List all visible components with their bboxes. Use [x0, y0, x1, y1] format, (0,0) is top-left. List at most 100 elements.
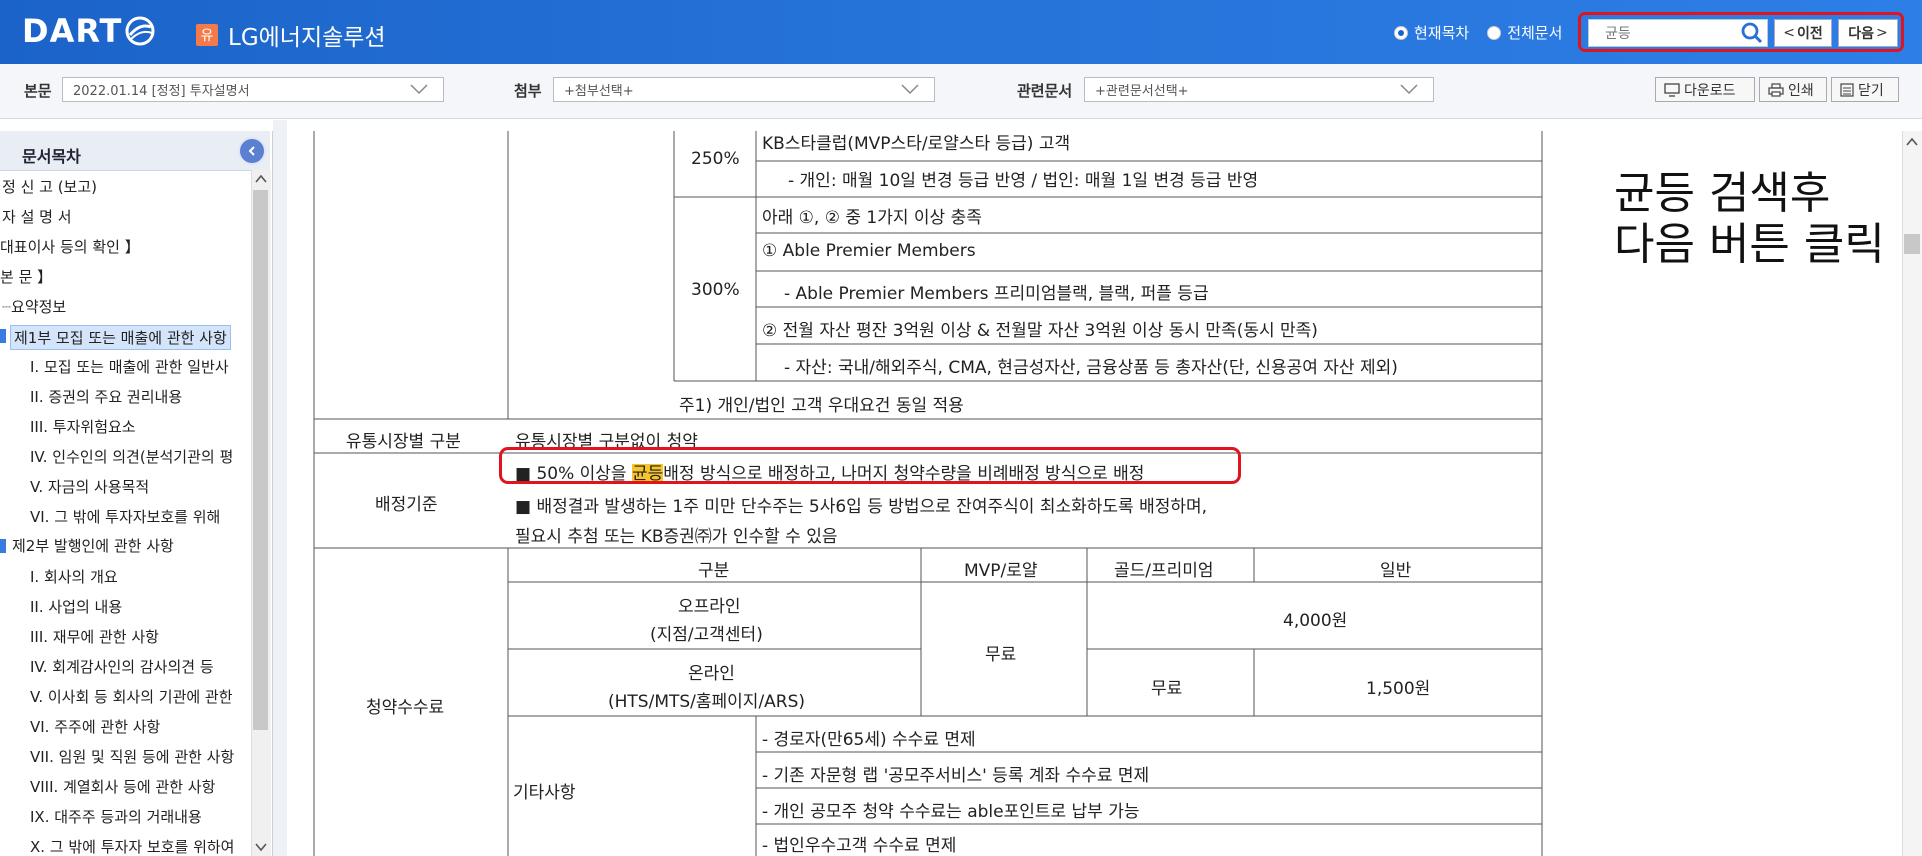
dart-logo[interactable]: DART — [22, 12, 156, 50]
toc-item-selected[interactable]: 제1부 모집 또는 매출에 관한 사항 — [10, 325, 231, 350]
search-hit-red-box — [499, 447, 1241, 484]
toc-item[interactable]: II. 사업의 내용 — [30, 596, 122, 617]
toc-item[interactable]: 정 신 고 (보고) — [2, 176, 97, 197]
search-scope-radio-group: 현재목차 전체문서 — [1394, 22, 1562, 43]
download-label: 다운로드 — [1684, 82, 1736, 99]
toc-item[interactable]: 대표이사 등의 확인 】 — [0, 236, 140, 257]
chevron-right-icon: > — [1876, 25, 1888, 41]
fee-head-mvp: MVP/로얄 — [964, 561, 1038, 581]
allocation-line-3: 필요시 추첨 또는 KB증권㈜가 인수할 수 있음 — [515, 527, 838, 547]
toc-item[interactable]: VIII. 계열회사 등에 관한 사항 — [30, 776, 215, 797]
toc-item[interactable]: VI. 그 밖에 투자자보호를 위해 — [30, 506, 220, 527]
market-label: 유통시장별 구분 — [346, 432, 461, 452]
toc-item[interactable]: I. 모집 또는 매출에 관한 일반사 — [30, 356, 229, 377]
allocation-line-2: ■ 배정결과 발생하는 1주 미만 단수주는 5사6입 등 방법으로 잔여주식이… — [515, 497, 1208, 517]
offline-sublabel: (지점/고객센터) — [650, 625, 763, 645]
chevron-down-icon — [1400, 84, 1418, 95]
tier-300-line: 아래 ①, ② 중 1가지 이상 충족 — [762, 208, 982, 228]
tier-300-percent: 300% — [691, 280, 740, 300]
main-doc-select[interactable]: 2022.01.14 [정정] 투자설명서 — [62, 77, 444, 102]
toc-item[interactable]: 제2부 발행인에 관한 사항 — [12, 535, 174, 556]
download-button[interactable]: 다운로드 — [1655, 77, 1755, 102]
related-select[interactable]: +관련문서선택+ — [1084, 77, 1434, 102]
search-input-value: 균등 — [1605, 26, 1631, 42]
printer-icon — [1768, 82, 1784, 97]
listing-badge: 유 — [196, 24, 218, 46]
toc-item[interactable]: III. 재무에 관한 사항 — [30, 626, 159, 647]
radio-current-label: 현재목차 — [1414, 24, 1470, 42]
chevron-left-icon: < — [1783, 25, 1795, 41]
toc-item[interactable]: VI. 주주에 관한 사항 — [30, 716, 160, 737]
toc-scroll-thumb[interactable] — [253, 190, 268, 730]
company-name: LG에너지솔루션 — [228, 25, 386, 51]
next-button[interactable]: 다음 > — [1838, 19, 1898, 47]
toc-item-label: 요약정보 — [11, 298, 67, 316]
etc-label: 기타사항 — [513, 783, 576, 803]
toc-item[interactable]: I. 회사의 개요 — [30, 566, 118, 587]
dart-viewer: { "header": { "logo_text": "DART", "doc_… — [0, 0, 1922, 856]
tier-250-line: - 개인: 매월 10일 변경 등급 반영 / 법인: 매월 1일 변경 등급 … — [788, 171, 1259, 191]
fee-head-gold: 골드/프리미엄 — [1114, 561, 1214, 581]
scroll-down-arrow-icon[interactable] — [255, 842, 267, 852]
tier-250-line: KB스타클럽(MVP스타/로얄스타 등급) 고객 — [762, 134, 1071, 154]
radio-all-doc[interactable]: 전체문서 — [1487, 22, 1562, 43]
annotation-line-1: 균등 검색후 — [1614, 168, 1831, 219]
print-button[interactable]: 인쇄 — [1759, 77, 1827, 102]
fee-head-type: 구분 — [698, 561, 730, 581]
toc-item[interactable]: V. 자금의 사용목적 — [30, 476, 149, 497]
tier-250-percent: 250% — [691, 149, 740, 169]
prev-button[interactable]: < 이전 — [1774, 19, 1832, 47]
toc-item[interactable]: IV. 인수인의 의견(분석기관의 평 — [30, 446, 233, 467]
scroll-up-arrow-icon[interactable] — [255, 174, 267, 184]
etc-line: - 경로자(만65세) 수수료 면제 — [762, 730, 976, 750]
etc-line: - 개인 공모주 청약 수수료는 able포인트로 납부 가능 — [762, 802, 1140, 822]
attach-select[interactable]: +첨부선택+ — [553, 77, 935, 102]
annotation-line-2: 다음 버튼 클릭 — [1614, 219, 1885, 270]
radio-current-toc[interactable]: 현재목차 — [1394, 22, 1469, 43]
toc-item[interactable]: ┄요약정보 — [2, 296, 66, 317]
toc-item[interactable]: III. 투자위험요소 — [30, 416, 136, 437]
toc-item[interactable]: X. 그 밖에 투자자 보호를 위하여 — [30, 836, 235, 856]
toc-item[interactable]: V. 이사회 등 회사의 기관에 관한 — [30, 686, 233, 707]
search-icon[interactable] — [1740, 21, 1764, 45]
toc-item[interactable]: VII. 임원 및 직원 등에 관한 사항 — [30, 746, 234, 767]
chevron-down-icon — [410, 84, 428, 95]
attach-select-value: +첨부선택+ — [564, 84, 634, 99]
etc-line: - 법인우수고객 수수료 면제 — [762, 836, 957, 856]
attach-label: 첨부 — [514, 82, 542, 100]
tier-300-line: - Able Premier Members 프리미엄블랙, 블랙, 퍼플 등급 — [784, 284, 1209, 304]
online-label: 온라인 — [688, 664, 735, 684]
toc-item[interactable]: IV. 회계감사인의 감사의견 등 — [30, 656, 214, 677]
panel-divider — [273, 120, 287, 856]
fee-head-general: 일반 — [1380, 561, 1412, 581]
fee-label: 청약수수료 — [366, 698, 445, 718]
scroll-up-arrow-icon[interactable] — [1906, 137, 1918, 147]
toc-item[interactable]: 본 문 】 — [0, 266, 52, 287]
chevron-left-icon — [248, 146, 255, 156]
online-sublabel: (HTS/MTS/홈페이지/ARS) — [608, 692, 806, 712]
toc-item[interactable]: 자 설 명 서 — [2, 206, 72, 227]
logo-swirl-icon — [125, 16, 155, 46]
content-scroll-thumb[interactable] — [1904, 234, 1920, 254]
radio-selected-icon — [1394, 25, 1408, 40]
toc-item[interactable]: II. 증권의 주요 권리내용 — [30, 386, 182, 407]
close-button[interactable]: 닫기 — [1831, 77, 1899, 102]
next-label: 다음 — [1848, 26, 1875, 42]
main-doc-select-value: 2022.01.14 [정정] 투자설명서 — [73, 84, 250, 99]
chevron-down-icon — [901, 84, 919, 95]
toc-title: 문서목차 — [22, 147, 81, 166]
offline-label: 오프라인 — [678, 597, 741, 617]
main-doc-label: 본문 — [24, 82, 52, 100]
related-label: 관련문서 — [1017, 82, 1073, 100]
radio-all-label: 전체문서 — [1507, 24, 1563, 42]
related-select-value: +관련문서선택+ — [1095, 84, 1189, 99]
monitor-download-icon — [1664, 82, 1680, 97]
collapse-sidebar-button[interactable] — [238, 137, 266, 165]
mvp-fee-free: 무료 — [985, 645, 1017, 665]
tree-expand-icon[interactable] — [0, 539, 6, 553]
document-close-icon — [1840, 82, 1854, 97]
radio-unselected-icon — [1487, 25, 1502, 40]
tree-expand-icon[interactable] — [0, 329, 6, 343]
document-title: 유 LG에너지솔루션 — [196, 18, 386, 52]
toc-item[interactable]: IX. 대주주 등과의 거래내용 — [30, 806, 202, 827]
